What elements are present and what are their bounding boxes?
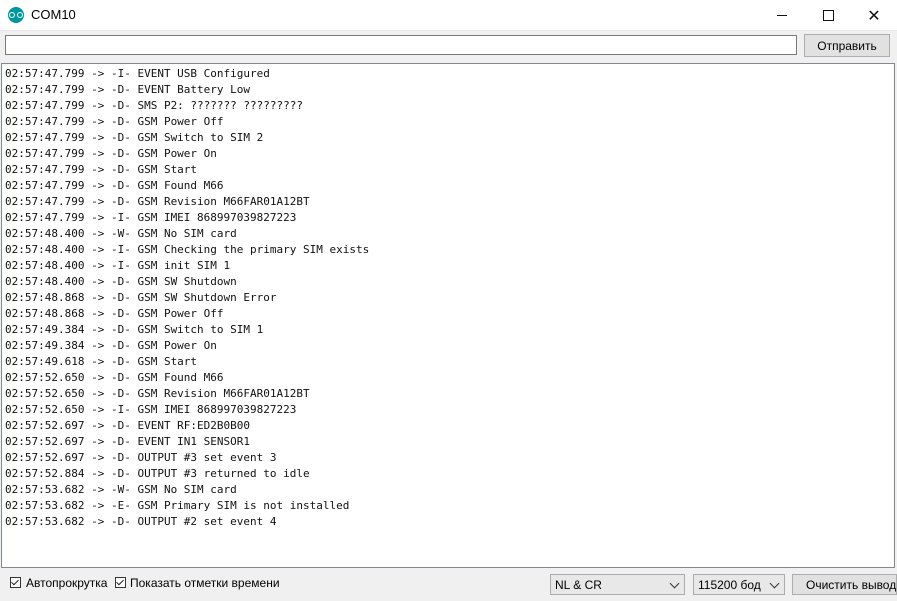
close-button[interactable]: ✕ [851,0,897,30]
send-input[interactable] [5,35,797,55]
log-line: 02:57:47.799 -> -D- SMS P2: ??????? ????… [5,99,304,112]
log-line: 02:57:52.697 -> -D- EVENT RF:ED2B0B00 [5,419,251,432]
log-line: 02:57:52.650 -> -I- GSM IMEI 86899703982… [5,403,297,416]
log-line: 02:57:47.799 -> -D- GSM Revision M66FAR0… [5,195,310,208]
log-line: 02:57:47.799 -> -D- GSM Power On [5,147,217,160]
status-toolbar: Автопрокрутка Показать отметки времени N… [0,569,897,601]
timestamps-checkbox[interactable] [115,577,126,588]
log-line: 02:57:49.618 -> -D- GSM Start [5,355,198,368]
title-bar: COM10 ✕ [0,0,897,31]
line-ending-value: NL & CR [555,577,602,592]
minimize-button[interactable] [759,0,805,30]
arduino-icon [8,7,24,23]
log-line: 02:57:47.799 -> -I- EVENT USB Configured [5,67,270,80]
log-line: 02:57:47.799 -> -I- GSM IMEI 86899703982… [5,211,297,224]
chevron-down-icon [669,578,680,589]
log-line: 02:57:47.799 -> -D- EVENT Battery Low [5,83,251,96]
window-title: COM10 [31,7,76,22]
log-line: 02:57:53.682 -> -E- GSM Primary SIM is n… [5,499,350,512]
log-line: 02:57:47.799 -> -D- GSM Start [5,163,198,176]
log-line: 02:57:52.650 -> -D- GSM Revision M66FAR0… [5,387,310,400]
log-line: 02:57:48.400 -> -D- GSM SW Shutdown [5,275,237,288]
log-line: 02:57:47.799 -> -D- GSM Found M66 [5,179,224,192]
line-ending-select[interactable]: NL & CR [550,574,685,595]
minimize-icon [777,14,787,16]
log-line: 02:57:52.697 -> -D- EVENT IN1 SENSOR1 [5,435,251,448]
maximize-button[interactable] [805,0,851,30]
log-line: 02:57:52.650 -> -D- GSM Found M66 [5,371,224,384]
log-line: 02:57:52.884 -> -D- OUTPUT #3 returned t… [5,467,310,480]
baud-rate-value: 115200 бод [698,577,761,592]
log-line: 02:57:48.400 -> -I- GSM Checking the pri… [5,243,370,256]
log-line: 02:57:48.868 -> -D- GSM Power Off [5,307,224,320]
send-toolbar: Отправить [0,31,897,63]
log-line: 02:57:47.799 -> -D- GSM Power Off [5,115,224,128]
log-line: 02:57:49.384 -> -D- GSM Switch to SIM 1 [5,323,264,336]
log-line: 02:57:48.400 -> -W- GSM No SIM card [5,227,237,240]
send-button[interactable]: Отправить [804,34,890,57]
timestamps-label: Показать отметки времени [130,576,280,590]
log-line: 02:57:52.697 -> -D- OUTPUT #3 set event … [5,451,277,464]
log-line: 02:57:48.868 -> -D- GSM SW Shutdown Erro… [5,291,277,304]
chevron-down-icon [769,578,780,589]
log-line: 02:57:49.384 -> -D- GSM Power On [5,339,217,352]
log-line: 02:57:47.799 -> -D- GSM Switch to SIM 2 [5,131,264,144]
serial-output[interactable]: 02:57:47.799 -> -I- EVENT USB Configured… [1,63,895,568]
close-icon: ✕ [867,5,881,25]
log-line: 02:57:53.682 -> -W- GSM No SIM card [5,483,237,496]
baud-rate-select[interactable]: 115200 бод [693,574,785,595]
log-line: 02:57:53.682 -> -D- OUTPUT #2 set event … [5,515,277,528]
log-line: 02:57:48.400 -> -I- GSM init SIM 1 [5,259,231,272]
maximize-icon [822,9,834,21]
autoscroll-checkbox[interactable] [10,577,21,588]
autoscroll-label: Автопрокрутка [26,576,108,590]
clear-output-button[interactable]: Очистить вывод [792,574,897,595]
